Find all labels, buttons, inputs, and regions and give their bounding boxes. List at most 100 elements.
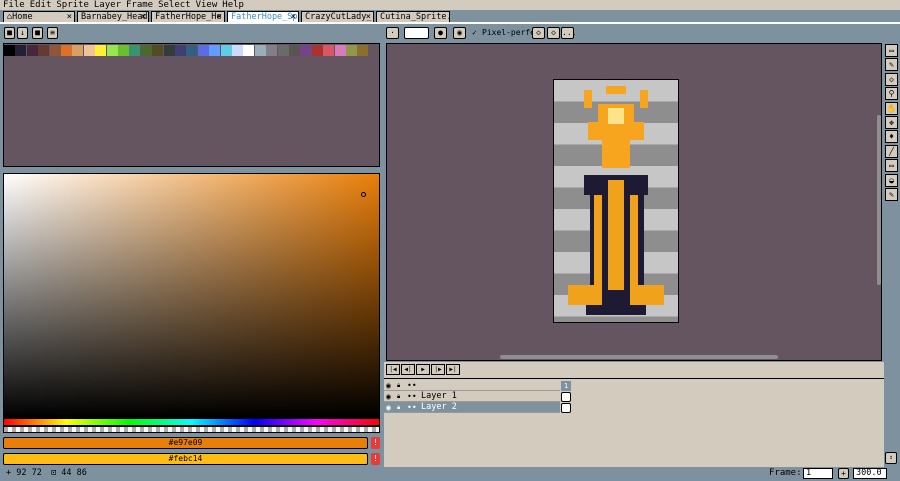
sort-palette-button[interactable]: ↓	[17, 27, 28, 39]
palette-swatch[interactable]	[220, 45, 232, 56]
menu-frame[interactable]: Frame	[126, 0, 156, 10]
palette-swatch[interactable]	[49, 45, 61, 56]
close-icon[interactable]: ×	[366, 12, 371, 22]
frame-input[interactable]: 1	[803, 468, 833, 479]
previous-frame-button[interactable]: ◀|	[401, 364, 415, 375]
pencil-tool-icon[interactable]: ✎	[885, 58, 898, 72]
palette-swatch[interactable]	[209, 45, 221, 56]
last-frame-button[interactable]: ▶|	[446, 364, 460, 375]
zoom-input[interactable]: 300.0	[853, 468, 887, 479]
line-tool-icon[interactable]: ╱	[885, 144, 898, 158]
palette-swatch[interactable]	[232, 45, 243, 56]
palette-swatch[interactable]	[243, 45, 255, 56]
background-color-bar[interactable]: #febc14	[3, 453, 368, 465]
move-tool-icon[interactable]: ✥	[885, 116, 898, 129]
palette-swatch[interactable]	[152, 45, 164, 56]
next-frame-button[interactable]: |▶	[431, 364, 445, 375]
smudge-tool-icon[interactable]: ✎	[885, 188, 898, 201]
palette-swatch[interactable]	[129, 45, 141, 56]
palette-swatch[interactable]	[106, 45, 118, 56]
lock-icon[interactable]: 🔒︎	[397, 402, 400, 413]
close-icon[interactable]: ×	[67, 12, 72, 22]
pixel-perfect-checkbox[interactable]: ✓	[472, 28, 477, 37]
palette-swatch[interactable]	[38, 45, 50, 56]
color-saturation-value-picker[interactable]	[3, 173, 380, 418]
brush-type-button[interactable]: ·	[386, 27, 399, 39]
link-icon[interactable]: ••	[407, 380, 417, 391]
sprite-canvas[interactable]	[553, 79, 679, 323]
palette-swatch[interactable]	[95, 45, 107, 56]
menu-sprite[interactable]: Sprite	[56, 0, 92, 10]
palette-swatch[interactable]	[266, 45, 278, 56]
hue-slider[interactable]	[3, 418, 380, 426]
close-icon[interactable]: ×	[217, 12, 222, 22]
palette-swatch[interactable]	[118, 45, 129, 56]
foreground-warning-button[interactable]: !	[371, 437, 380, 449]
close-icon[interactable]: ×	[291, 12, 296, 22]
eyedropper-tool-icon[interactable]: ⚲	[885, 87, 898, 101]
save-palette-button[interactable]: ■	[32, 27, 43, 39]
palette-swatch[interactable]	[300, 45, 312, 56]
rectangle-tool-icon[interactable]: ▭	[885, 159, 898, 173]
layer-row[interactable]: ◉ 🔒︎ •• Layer 2	[384, 402, 560, 413]
palette-swatch[interactable]	[83, 45, 95, 56]
opacity-button[interactable]: ◉	[453, 27, 466, 39]
layer-row[interactable]: ◉ 🔒︎ •• Layer 1	[384, 391, 560, 402]
zoom-add-button[interactable]: +	[838, 468, 849, 479]
play-button[interactable]: ▶	[416, 364, 430, 375]
menu-edit[interactable]: Edit	[30, 0, 55, 10]
color-picker-cursor[interactable]	[361, 192, 366, 197]
palette-swatch[interactable]	[277, 45, 289, 56]
visibility-icon[interactable]: ◉	[386, 380, 391, 391]
palette-swatch[interactable]	[334, 45, 346, 56]
symmetry-button[interactable]: ◇	[532, 27, 545, 39]
vertical-scrollbar[interactable]	[877, 115, 881, 285]
layer-row[interactable]: ◉ 🔒︎ ••	[384, 380, 560, 391]
palette-swatch[interactable]	[346, 45, 357, 56]
alpha-slider[interactable]	[3, 426, 380, 433]
palette-swatch[interactable]	[254, 45, 266, 56]
palette-swatch[interactable]	[197, 45, 209, 56]
horizontal-scrollbar[interactable]	[500, 355, 778, 359]
lock-palette-button[interactable]: ■	[4, 27, 15, 39]
ink-button[interactable]: ●	[434, 27, 447, 39]
frame-header[interactable]: 1	[561, 381, 571, 391]
palette-swatch[interactable]	[163, 45, 175, 56]
palette-swatch[interactable]	[311, 45, 323, 56]
palette-swatch[interactable]	[4, 45, 15, 56]
menu-view[interactable]: View	[196, 0, 221, 10]
cel[interactable]	[561, 402, 571, 413]
lock-icon[interactable]: 🔒︎	[397, 391, 400, 402]
timeline-config-button[interactable]: ↕	[885, 452, 897, 464]
visibility-icon[interactable]: ◉	[386, 402, 391, 413]
palette-swatch[interactable]	[72, 45, 84, 56]
lock-icon[interactable]: 🔒︎	[397, 380, 400, 391]
link-icon[interactable]: ••	[407, 402, 417, 413]
palette-swatch[interactable]	[289, 45, 300, 56]
menu-file[interactable]: File	[3, 0, 28, 10]
palette-swatch[interactable]	[140, 45, 152, 56]
palette-menu-button[interactable]: ≡	[47, 27, 58, 39]
palette-swatch[interactable]	[15, 45, 27, 56]
brush-size-input[interactable]	[404, 27, 429, 39]
more-options-button[interactable]: ...	[561, 27, 576, 39]
close-icon[interactable]: ×	[141, 12, 146, 22]
link-icon[interactable]: ••	[407, 391, 417, 402]
palette-swatch[interactable]	[61, 45, 72, 56]
visibility-icon[interactable]: ◉	[386, 391, 391, 402]
palette-swatch[interactable]	[357, 45, 369, 56]
first-frame-button[interactable]: |◀	[386, 364, 400, 375]
menu-layer[interactable]: Layer	[94, 0, 124, 10]
fill-tool-icon[interactable]: ♦	[885, 130, 898, 144]
palette-swatch[interactable]	[26, 45, 38, 56]
hand-tool-icon[interactable]: ✋	[885, 101, 898, 115]
palette-swatch[interactable]	[186, 45, 198, 56]
menu-select[interactable]: Select	[158, 0, 194, 10]
ellipse-tool-icon[interactable]: ◒	[885, 173, 898, 187]
marquee-tool-icon[interactable]: ▭	[885, 44, 898, 57]
tile-button[interactable]: ◇	[547, 27, 560, 39]
menu-help[interactable]: Help	[222, 0, 247, 10]
palette-swatch[interactable]	[323, 45, 335, 56]
eraser-tool-icon[interactable]: ◇	[885, 72, 898, 86]
foreground-color-bar[interactable]: #e97e09	[3, 437, 368, 449]
